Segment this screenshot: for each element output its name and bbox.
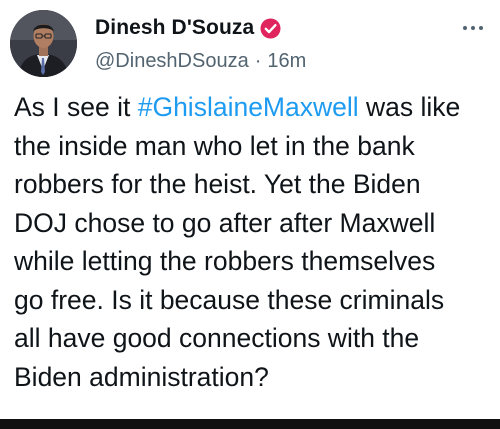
tweet-text: As I see it #GhislaineMaxwell was like t…: [14, 88, 498, 396]
tweet-text-body: the inside man who let in the bank robbe…: [14, 130, 445, 392]
verified-badge-icon: [260, 18, 281, 39]
author-display-name[interactable]: Dinesh D'Souza: [95, 16, 254, 40]
avatar[interactable]: [10, 10, 77, 77]
tweet-text-line1-suffix: was like: [358, 92, 461, 122]
bottom-bar: [0, 419, 500, 429]
author-handle[interactable]: @DineshDSouza: [95, 50, 249, 73]
separator-dot: ·: [254, 50, 262, 72]
profile-photo-icon: [10, 10, 77, 77]
author-handle-row: @DineshDSouza · 16m: [95, 50, 306, 73]
tweet-text-prefix: As I see it: [14, 92, 138, 122]
author-name-row: Dinesh D'Souza: [95, 16, 281, 40]
tweet-timestamp[interactable]: 16m: [267, 50, 306, 73]
tweet-card: Dinesh D'Souza @DineshDSouza · 16m As I …: [0, 0, 500, 419]
more-options-icon[interactable]: [458, 18, 488, 38]
hashtag-link[interactable]: #GhislaineMaxwell: [138, 92, 359, 122]
